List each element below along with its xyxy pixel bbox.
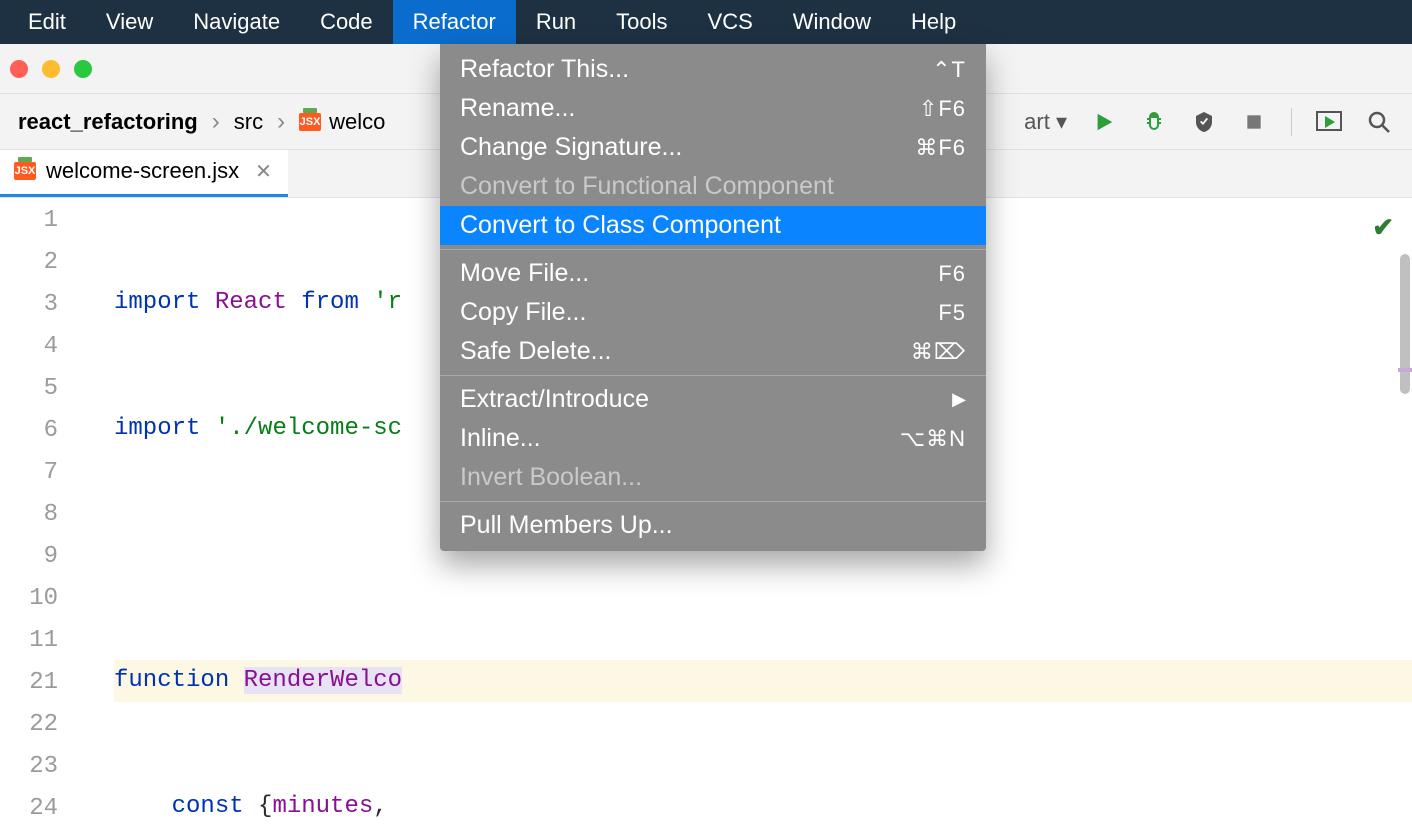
menu-help[interactable]: Help — [891, 0, 976, 44]
run-target-icon[interactable] — [1316, 109, 1342, 135]
breadcrumb-project[interactable]: react_refactoring — [18, 109, 198, 135]
line-number: 2 — [0, 242, 58, 284]
line-number: 1 — [0, 200, 58, 242]
breadcrumb-folder[interactable]: src — [234, 109, 263, 135]
chevron-right-icon: › — [277, 108, 285, 136]
menu-view[interactable]: View — [86, 0, 173, 44]
menu-tools[interactable]: Tools — [596, 0, 687, 44]
menu-edit[interactable]: Edit — [8, 0, 86, 44]
menu-run[interactable]: Run — [516, 0, 596, 44]
dd-move-file[interactable]: Move File...F6 — [440, 254, 986, 293]
line-number: 10 — [0, 578, 58, 620]
tab-label: welcome-screen.jsx — [46, 158, 239, 184]
refactor-dropdown: Refactor This...⌃T Rename...⇧F6 Change S… — [440, 44, 986, 551]
dd-invert-boolean: Invert Boolean... — [440, 458, 986, 497]
dd-extract-introduce[interactable]: Extract/Introduce▶ — [440, 380, 986, 419]
zoom-window-icon[interactable] — [74, 60, 92, 78]
jsx-file-icon: JSX — [14, 162, 36, 180]
dd-convert-to-functional: Convert to Functional Component — [440, 167, 986, 206]
line-number: 4 — [0, 326, 58, 368]
dd-pull-members-up[interactable]: Pull Members Up... — [440, 506, 986, 545]
line-number: 23 — [0, 746, 58, 788]
line-number: 5 — [0, 368, 58, 410]
breadcrumb[interactable]: react_refactoring › src › JSX welco — [18, 108, 385, 136]
line-number: 21 — [0, 662, 58, 704]
gutter: 1 2 3 4 5 6 7 8 9 10 11 21 22 23 24 — [0, 198, 100, 834]
run-config-selector[interactable]: art ▾ — [1024, 109, 1067, 135]
menu-window[interactable]: Window — [773, 0, 891, 44]
chevron-down-icon: ▾ — [1056, 109, 1067, 134]
menubar: Edit View Navigate Code Refactor Run Too… — [0, 0, 1412, 44]
minimize-window-icon[interactable] — [42, 60, 60, 78]
line-number: 8 — [0, 494, 58, 536]
line-number: 24 — [0, 788, 58, 830]
line-number: 22 — [0, 704, 58, 746]
menu-refactor[interactable]: Refactor — [393, 0, 516, 44]
dd-change-signature[interactable]: Change Signature...⌘F6 — [440, 128, 986, 167]
dropdown-separator — [440, 501, 986, 502]
breadcrumb-file[interactable]: welco — [329, 109, 385, 135]
dd-rename[interactable]: Rename...⇧F6 — [440, 89, 986, 128]
stop-icon[interactable] — [1241, 109, 1267, 135]
toolbar-divider — [1291, 108, 1292, 136]
line-number: 9 — [0, 536, 58, 578]
dd-safe-delete[interactable]: Safe Delete...⌘⌦ — [440, 332, 986, 371]
run-icon[interactable] — [1091, 109, 1117, 135]
search-icon[interactable] — [1366, 109, 1392, 135]
toolbar-right: art ▾ — [1024, 94, 1404, 149]
dd-convert-to-class[interactable]: Convert to Class Component — [440, 206, 986, 245]
close-window-icon[interactable] — [10, 60, 28, 78]
submenu-arrow-icon: ▶ — [952, 389, 966, 410]
coverage-icon[interactable] — [1191, 109, 1217, 135]
dropdown-separator — [440, 375, 986, 376]
chevron-right-icon: › — [212, 108, 220, 136]
menu-code[interactable]: Code — [300, 0, 393, 44]
menu-navigate[interactable]: Navigate — [173, 0, 300, 44]
jsx-file-icon: JSX — [299, 113, 321, 131]
debug-icon[interactable] — [1141, 109, 1167, 135]
line-number: 7 — [0, 452, 58, 494]
dd-inline[interactable]: Inline...⌥⌘N — [440, 419, 986, 458]
dd-refactor-this[interactable]: Refactor This...⌃T — [440, 50, 986, 89]
dd-copy-file[interactable]: Copy File...F5 — [440, 293, 986, 332]
menu-vcs[interactable]: VCS — [688, 0, 773, 44]
line-number: 3 — [0, 284, 58, 326]
close-tab-icon[interactable]: ✕ — [255, 159, 272, 184]
line-number: 6 — [0, 410, 58, 452]
dropdown-separator — [440, 249, 986, 250]
editor-tab-welcome-screen[interactable]: JSX welcome-screen.jsx ✕ — [0, 148, 288, 197]
line-number: 11 — [0, 620, 58, 662]
